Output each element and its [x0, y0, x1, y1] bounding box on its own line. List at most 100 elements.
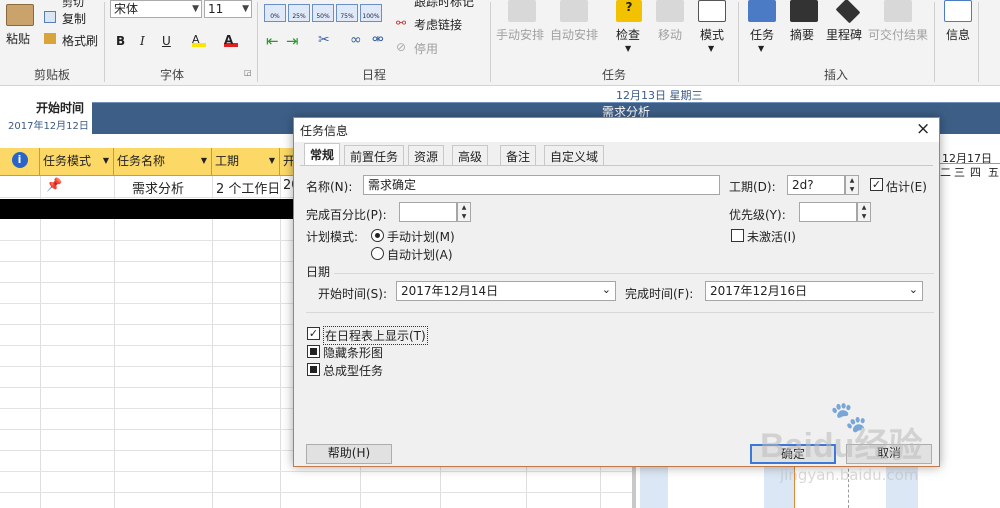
tab-resources[interactable]: 资源 [408, 145, 445, 165]
auto-schedule-radio[interactable] [371, 247, 384, 260]
percent-25-button[interactable]: 25% [288, 4, 310, 22]
highlight-icon[interactable]: A [192, 33, 206, 47]
indent-icon[interactable]: ⇥ [286, 32, 299, 50]
gantt-day-label: 二 [940, 166, 951, 179]
priority-label: 优先级(Y): [729, 208, 786, 222]
show-on-timeline-checkbox[interactable]: ✓ [307, 327, 320, 340]
cancel-button[interactable]: 取消 [846, 444, 932, 464]
copy-button[interactable]: 复制 [62, 10, 86, 27]
name-label: 名称(N): [306, 180, 353, 194]
tab-predecessors[interactable]: 前置任务 [344, 145, 405, 165]
percent-0-button[interactable]: 0% [264, 4, 286, 22]
summary-task-checkbox[interactable] [307, 363, 320, 376]
manual-schedule-button[interactable]: 手动安排 [496, 26, 544, 43]
auto-schedule-button[interactable]: 自动安排 [550, 26, 598, 43]
help-button[interactable]: 帮助(H) [306, 444, 392, 464]
inactive-checkbox[interactable] [731, 229, 744, 242]
format-painter-icon [44, 33, 56, 44]
unlink-tasks-icon[interactable]: ⚮ [372, 32, 384, 48]
column-header-task-mode[interactable]: 任务模式 ▼ [40, 148, 114, 176]
summary-task-label: 总成型任务 [323, 364, 384, 378]
inactivate-button[interactable]: 停用 [414, 40, 438, 57]
track-button[interactable]: 跟踪时标记 [414, 0, 474, 10]
cut-button[interactable]: 剪切 [62, 0, 84, 10]
deliverable-button[interactable]: 可交付结果 [868, 26, 928, 43]
underline-button[interactable]: U [162, 34, 171, 48]
start-date-label: 开始时间(S): [318, 287, 388, 301]
percent-100-button[interactable]: 100% [360, 4, 382, 22]
priority-spinner[interactable]: ▲ ▼ [857, 202, 871, 222]
inspect-icon[interactable]: ? [616, 0, 642, 22]
respect-links-button[interactable]: 考虑链接 [414, 16, 462, 33]
hide-bar-checkbox[interactable] [307, 345, 320, 358]
auto-schedule-label: 自动计划(A) [387, 248, 453, 262]
move-button[interactable]: 移动 [658, 26, 682, 43]
finish-date-select[interactable]: 2017年12月16日 ⌄ [705, 281, 923, 301]
format-painter-button[interactable]: 格式刷 [62, 32, 98, 49]
duration-spinner[interactable]: ▲ ▼ [845, 175, 859, 195]
tasks-group-label: 任务 [601, 68, 626, 82]
font-dialog-launcher-icon[interactable]: ◲ [244, 68, 252, 77]
estimated-label: 估计(E) [886, 180, 927, 194]
bold-button[interactable]: B [116, 34, 125, 48]
finish-date-label: 完成时间(F): [625, 287, 694, 301]
indicator-column-header[interactable]: i [0, 148, 40, 176]
tab-advanced[interactable]: 高级 [452, 145, 489, 165]
outdent-icon[interactable]: ⇤ [266, 32, 279, 50]
manual-schedule-radio[interactable] [371, 229, 384, 242]
ribbon: 粘贴 剪切 复制 格式刷 剪贴板 宋体 ▼ 11 ▼ B I U A A 字体 ◲ … [0, 0, 1000, 86]
tab-notes[interactable]: 备注 [500, 145, 537, 165]
inactivate-icon: ⊘ [396, 40, 407, 54]
percent-50-button[interactable]: 50% [312, 4, 334, 22]
duration-input[interactable]: 2d? [787, 175, 845, 195]
insert-task-button[interactable]: 任务 [750, 26, 774, 43]
schedule-mode-label: 计划模式: [306, 230, 359, 244]
tab-custom-fields[interactable]: 自定义域 [544, 145, 605, 165]
auto-schedule-icon[interactable] [560, 0, 588, 22]
close-icon[interactable]: × [916, 119, 930, 139]
percent-75-button[interactable]: 75% [336, 4, 358, 22]
paste-button[interactable]: 粘贴 [6, 30, 30, 47]
mode-icon[interactable] [698, 0, 726, 22]
link-tasks-icon[interactable]: ∞ [350, 32, 362, 48]
tab-general[interactable]: 常规 [304, 143, 341, 166]
manual-schedule-icon[interactable] [508, 0, 536, 22]
summary-button[interactable]: 摘要 [790, 26, 814, 43]
insert-task-icon[interactable] [748, 0, 776, 22]
deliverable-icon[interactable] [884, 0, 912, 22]
chevron-down-icon: ⌄ [601, 283, 611, 296]
milestone-icon[interactable] [835, 0, 861, 24]
dialog-title-bar[interactable]: 任务信息 × [294, 118, 939, 142]
font-size-select[interactable]: 11 ▼ [204, 0, 252, 18]
percent-complete-label: 完成百分比(P): [306, 208, 387, 222]
italic-button[interactable]: I [140, 34, 145, 48]
percent-complete-input[interactable] [399, 202, 457, 222]
start-date-select[interactable]: 2017年12月14日 ⌄ [396, 281, 616, 301]
inspect-button[interactable]: 检查 [616, 26, 640, 43]
split-task-icon[interactable]: ✂ [318, 32, 330, 48]
move-icon[interactable] [656, 0, 684, 22]
info-button[interactable]: 信息 [946, 26, 970, 43]
hide-bar-label: 隐藏条形图 [323, 346, 384, 360]
font-name-select[interactable]: 宋体 ▼ [110, 0, 202, 18]
schedule-group-label: 日程 [361, 68, 386, 82]
font-color-icon[interactable]: A [224, 33, 238, 47]
paste-icon[interactable] [6, 4, 34, 26]
column-header-task-name[interactable]: 任务名称 ▼ [114, 148, 212, 176]
copy-icon [44, 11, 56, 23]
priority-input[interactable] [799, 202, 857, 222]
estimated-checkbox[interactable]: ✓ [870, 178, 883, 191]
column-header-duration[interactable]: 工期 ▼ [212, 148, 280, 176]
ok-button[interactable]: 确定 [750, 444, 836, 464]
milestone-button[interactable]: 里程碑 [826, 26, 862, 43]
task-name-cell[interactable]: 需求分析 [132, 178, 184, 197]
duration-cell[interactable]: 2 个工作日 [216, 178, 278, 197]
percent-complete-spinner[interactable]: ▲ ▼ [457, 202, 471, 222]
info-icon[interactable] [944, 0, 972, 22]
name-input[interactable]: 需求确定 [363, 175, 720, 195]
summary-icon[interactable] [790, 0, 818, 22]
dialog-title: 任务信息 [300, 124, 349, 138]
mode-button[interactable]: 模式 [700, 26, 724, 43]
manual-pin-icon: 📌 [46, 178, 63, 193]
duration-label: 工期(D): [729, 180, 776, 194]
